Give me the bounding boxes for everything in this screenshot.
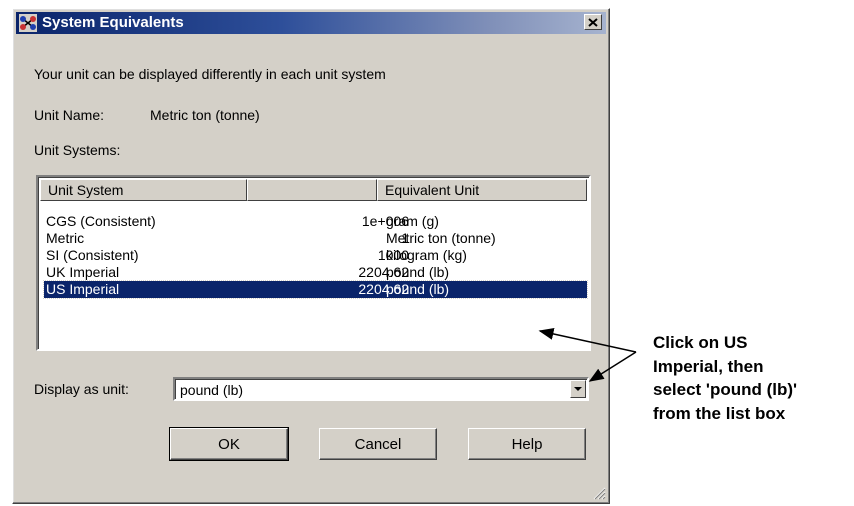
instruction-callout: Click on US Imperial, then select 'pound… [653,333,798,423]
callout-arrows [538,328,637,382]
arrow-to-us-imperial [538,328,637,353]
arrow-to-dropdown [588,351,637,382]
